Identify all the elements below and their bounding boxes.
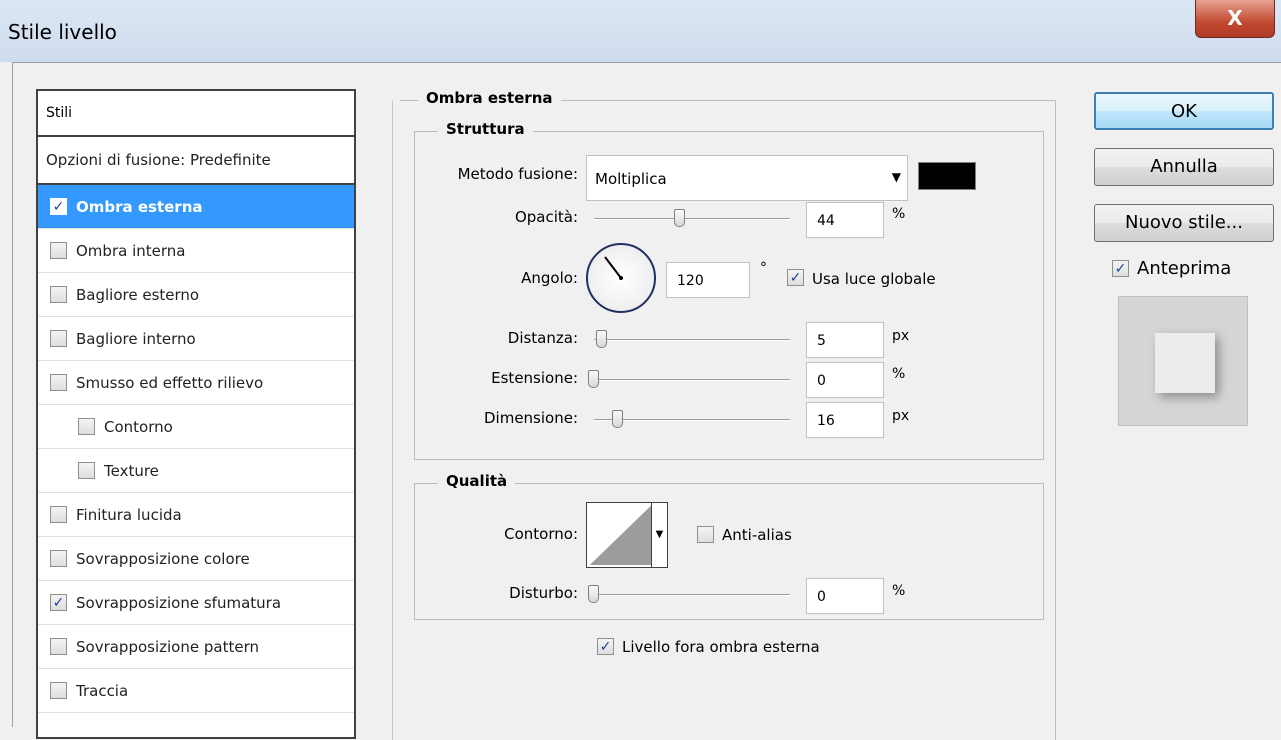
blend-mode-select[interactable]: Moltiplica ▼ <box>586 155 908 201</box>
anti-alias-checkbox[interactable] <box>697 526 714 543</box>
checkbox-bevel-emboss[interactable] <box>50 374 67 391</box>
distance-input[interactable]: 5 <box>806 322 884 358</box>
styles-header[interactable]: Stili <box>38 91 354 137</box>
distance-label: Distanza: <box>507 329 578 347</box>
ok-button[interactable]: OK <box>1094 92 1274 130</box>
distance-slider[interactable] <box>594 339 790 341</box>
global-light-checkbox[interactable]: ✓ <box>787 269 804 286</box>
anti-alias-label: Anti-alias <box>722 526 792 544</box>
section-title-drop-shadow: Ombra esterna <box>418 89 561 107</box>
style-item-label: Sovrapposizione sfumatura <box>76 593 282 612</box>
window-title: Stile livello <box>8 20 117 44</box>
section-title-quality: Qualità <box>438 472 516 490</box>
contour-label: Contorno: <box>504 525 578 543</box>
noise-slider[interactable] <box>594 594 790 596</box>
checkbox-inner-shadow[interactable] <box>50 242 67 259</box>
style-item-label: Sovrapposizione pattern <box>76 637 259 656</box>
checkbox-satin[interactable] <box>50 506 67 523</box>
size-input[interactable]: 16 <box>806 402 884 438</box>
noise-unit: % <box>892 583 906 599</box>
chevron-down-icon[interactable]: ▼ <box>651 503 667 567</box>
checkbox-contour[interactable] <box>78 418 95 435</box>
checkbox-gradient-overlay[interactable]: ✓ <box>50 594 67 611</box>
knockout-checkbox[interactable]: ✓ <box>597 638 614 655</box>
style-item-label: Ombra esterna <box>76 197 203 216</box>
new-style-button[interactable]: Nuovo stile... <box>1094 204 1274 242</box>
title-bar: Stile livello X <box>0 0 1281 62</box>
section-title-structure: Struttura <box>438 120 533 138</box>
style-preview <box>1118 296 1248 426</box>
opacity-slider-thumb[interactable] <box>674 209 686 227</box>
style-item-label: Traccia <box>76 681 129 700</box>
style-item-label: Finitura lucida <box>76 505 182 524</box>
style-item-inner-shadow[interactable]: Ombra interna <box>38 229 354 273</box>
spread-unit: % <box>892 366 906 382</box>
distance-slider-thumb[interactable] <box>596 330 607 348</box>
style-item-stroke[interactable]: Traccia <box>38 669 354 713</box>
shadow-color-swatch[interactable] <box>918 162 976 190</box>
opacity-input[interactable]: 44 <box>806 202 884 238</box>
checkbox-texture[interactable] <box>78 462 95 479</box>
contour-curve-icon <box>588 504 652 566</box>
checkbox-pattern-overlay[interactable] <box>50 638 67 655</box>
global-light-label: Usa luce globale <box>812 270 936 288</box>
style-item-bevel-emboss[interactable]: Smusso ed effetto rilievo <box>38 361 354 405</box>
style-item-label: Bagliore esterno <box>76 285 200 304</box>
checkbox-outer-glow[interactable] <box>50 286 67 303</box>
size-label: Dimensione: <box>483 409 578 427</box>
blending-options[interactable]: Opzioni di fusione: Predefinite <box>38 137 354 185</box>
opacity-label: Opacità: <box>514 208 578 226</box>
cancel-button[interactable]: Annulla <box>1094 148 1274 186</box>
angle-dial[interactable] <box>586 243 656 313</box>
opacity-unit: % <box>892 206 906 222</box>
preview-label: Anteprima <box>1137 258 1232 279</box>
blending-options-label: Opzioni di fusione: Predefinite <box>46 151 271 169</box>
blend-mode-label: Metodo fusione: <box>457 165 578 183</box>
chevron-down-icon: ▼ <box>891 170 901 184</box>
spread-slider-thumb[interactable] <box>588 370 599 388</box>
style-item-outer-glow[interactable]: Bagliore esterno <box>38 273 354 317</box>
close-button[interactable]: X <box>1195 0 1275 38</box>
contour-picker[interactable]: ▼ <box>586 502 668 568</box>
style-item-label: Sovrapposizione colore <box>76 549 250 568</box>
knockout-label: Livello fora ombra esterna <box>622 638 820 656</box>
preview-swatch <box>1155 333 1215 393</box>
size-slider-thumb[interactable] <box>612 410 623 428</box>
spread-slider[interactable] <box>594 379 790 381</box>
noise-slider-thumb[interactable] <box>588 585 599 603</box>
style-item-texture[interactable]: Texture <box>38 449 354 493</box>
spread-input[interactable]: 0 <box>806 362 884 398</box>
checkbox-stroke[interactable] <box>50 682 67 699</box>
style-item-label: Texture <box>104 461 159 480</box>
style-item-gradient-overlay[interactable]: ✓ Sovrapposizione sfumatura <box>38 581 354 625</box>
distance-unit: px <box>892 328 910 344</box>
angle-input[interactable]: 120 <box>666 262 750 298</box>
checkbox-drop-shadow[interactable]: ✓ <box>50 198 67 215</box>
angle-label: Angolo: <box>521 269 578 287</box>
style-item-pattern-overlay[interactable]: Sovrapposizione pattern <box>38 625 354 669</box>
spread-label: Estensione: <box>491 369 578 387</box>
style-item-label: Smusso ed effetto rilievo <box>76 373 264 392</box>
blend-mode-value: Moltiplica <box>595 170 667 188</box>
style-item-contour[interactable]: Contorno <box>38 405 354 449</box>
style-item-label: Contorno <box>104 417 173 436</box>
noise-label: Disturbo: <box>509 584 578 602</box>
style-item-label: Bagliore interno <box>76 329 196 348</box>
size-slider[interactable] <box>594 419 790 421</box>
style-item-color-overlay[interactable]: Sovrapposizione colore <box>38 537 354 581</box>
size-unit: px <box>892 408 910 424</box>
style-item-drop-shadow[interactable]: ✓ Ombra esterna <box>38 185 354 229</box>
noise-input[interactable]: 0 <box>806 578 884 614</box>
style-item-satin[interactable]: Finitura lucida <box>38 493 354 537</box>
preview-checkbox[interactable]: ✓ <box>1112 260 1129 277</box>
style-item-label: Ombra interna <box>76 241 186 260</box>
angle-unit: ° <box>760 260 767 276</box>
angle-needle-icon <box>604 256 623 280</box>
checkbox-color-overlay[interactable] <box>50 550 67 567</box>
opacity-slider[interactable] <box>594 218 790 220</box>
style-item-inner-glow[interactable]: Bagliore interno <box>38 317 354 361</box>
checkbox-inner-glow[interactable] <box>50 330 67 347</box>
styles-list: Stili Opzioni di fusione: Predefinite ✓ … <box>36 89 356 739</box>
